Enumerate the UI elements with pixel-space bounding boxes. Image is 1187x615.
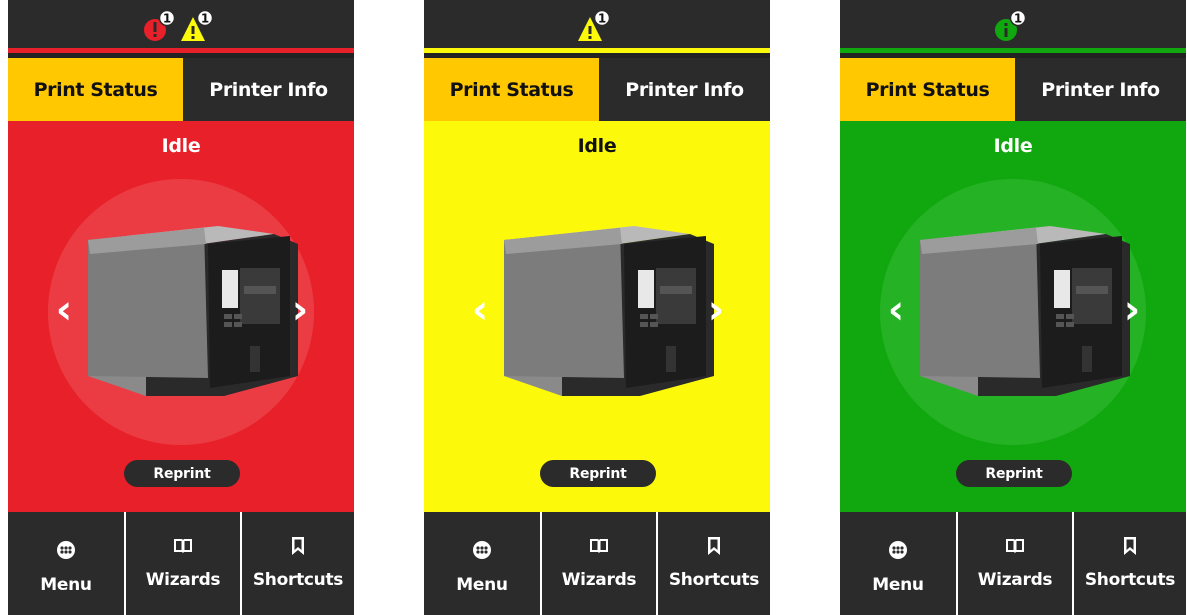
bookmark-icon — [708, 537, 720, 555]
printer-state-label: Idle — [993, 135, 1033, 157]
error-badge-icon[interactable]: 1 — [143, 9, 176, 43]
chevron-right-icon[interactable]: › — [288, 290, 312, 334]
menu-label: Menu — [456, 575, 508, 595]
shortcuts-label: Shortcuts — [252, 570, 344, 590]
shortcuts-label: Shortcuts — [668, 570, 760, 590]
reprint-button[interactable]: Reprint — [540, 460, 656, 487]
menu-button[interactable]: Menu — [8, 512, 124, 615]
tab-printer-info[interactable]: Printer Info — [183, 58, 354, 121]
tab-bar: Print Status Printer Info — [424, 58, 770, 121]
shortcuts-button[interactable]: Shortcuts — [1072, 512, 1186, 615]
status-panel: Idle ‹ › Reprint — [8, 121, 354, 512]
bottom-nav: Menu Wizards Shortcuts — [424, 512, 770, 615]
wizards-label: Wizards — [561, 570, 637, 590]
printer-screen-green: 1 Print Status Printer Info Idle ‹ › Reprint Me… — [840, 0, 1186, 615]
chevron-left-icon[interactable]: ‹ — [52, 290, 76, 334]
menu-button[interactable]: Menu — [424, 512, 540, 615]
wizards-button[interactable]: Wizards — [956, 512, 1072, 615]
warning-badge-icon[interactable]: 1 — [181, 9, 214, 43]
book-icon — [174, 539, 192, 553]
printer-state-label: Idle — [161, 135, 201, 157]
tab-printer-info[interactable]: Printer Info — [1015, 58, 1186, 121]
printer-image — [490, 226, 714, 398]
shortcuts-button[interactable]: Shortcuts — [656, 512, 770, 615]
chevron-right-icon[interactable]: › — [704, 290, 728, 334]
status-panel: Idle ‹ › Reprint — [424, 121, 770, 512]
tab-print-status[interactable]: Print Status — [840, 58, 1015, 121]
warning-badge-icon[interactable]: 1 — [578, 9, 611, 43]
alert-icons: 11 — [8, 9, 354, 49]
reprint-button[interactable]: Reprint — [124, 460, 240, 487]
printer-image — [906, 226, 1130, 398]
status-bar: 1 — [424, 0, 770, 53]
bottom-nav: Menu Wizards Shortcuts — [8, 512, 354, 615]
status-panel: Idle ‹ › Reprint — [840, 121, 1186, 512]
tab-print-status[interactable]: Print Status — [8, 58, 183, 121]
svg-text:1: 1 — [163, 12, 171, 26]
svg-text:1: 1 — [201, 12, 209, 26]
shortcuts-button[interactable]: Shortcuts — [240, 512, 354, 615]
tab-bar: Print Status Printer Info — [8, 58, 354, 121]
wizards-label: Wizards — [145, 570, 221, 590]
menu-dots-icon — [473, 541, 491, 559]
wizards-button[interactable]: Wizards — [540, 512, 656, 615]
book-icon — [590, 539, 608, 553]
status-bar: 1 — [840, 0, 1186, 53]
alert-icons: 1 — [424, 9, 770, 49]
chevron-left-icon[interactable]: ‹ — [468, 290, 492, 334]
wizards-button[interactable]: Wizards — [124, 512, 240, 615]
bookmark-icon — [292, 537, 304, 555]
status-stripe — [8, 48, 354, 53]
tab-print-status[interactable]: Print Status — [424, 58, 599, 121]
printer-screen-yellow: 1 Print Status Printer Info Idle ‹ › Reprint Me… — [424, 0, 770, 615]
menu-label: Menu — [872, 575, 924, 595]
menu-button[interactable]: Menu — [840, 512, 956, 615]
menu-dots-icon — [889, 541, 907, 559]
bottom-nav: Menu Wizards Shortcuts — [840, 512, 1186, 615]
shortcuts-label: Shortcuts — [1084, 570, 1176, 590]
bookmark-icon — [1124, 537, 1136, 555]
tab-bar: Print Status Printer Info — [840, 58, 1186, 121]
info-badge-icon[interactable]: 1 — [994, 9, 1027, 43]
menu-dots-icon — [57, 541, 75, 559]
svg-text:1: 1 — [1014, 12, 1022, 26]
chevron-right-icon[interactable]: › — [1120, 290, 1144, 334]
chevron-left-icon[interactable]: ‹ — [884, 290, 908, 334]
alert-icons: 1 — [840, 9, 1186, 49]
status-bar: 11 — [8, 0, 354, 53]
tab-printer-info[interactable]: Printer Info — [599, 58, 770, 121]
status-stripe — [840, 48, 1186, 53]
wizards-label: Wizards — [977, 570, 1053, 590]
reprint-button[interactable]: Reprint — [956, 460, 1072, 487]
printer-image — [74, 226, 298, 398]
status-stripe — [424, 48, 770, 53]
svg-text:1: 1 — [598, 12, 606, 26]
printer-screen-red: 1 1 Print Status Printer Info Idle ‹ › Reprint M… — [8, 0, 354, 615]
book-icon — [1006, 539, 1024, 553]
menu-label: Menu — [40, 575, 92, 595]
printer-state-label: Idle — [577, 135, 617, 157]
